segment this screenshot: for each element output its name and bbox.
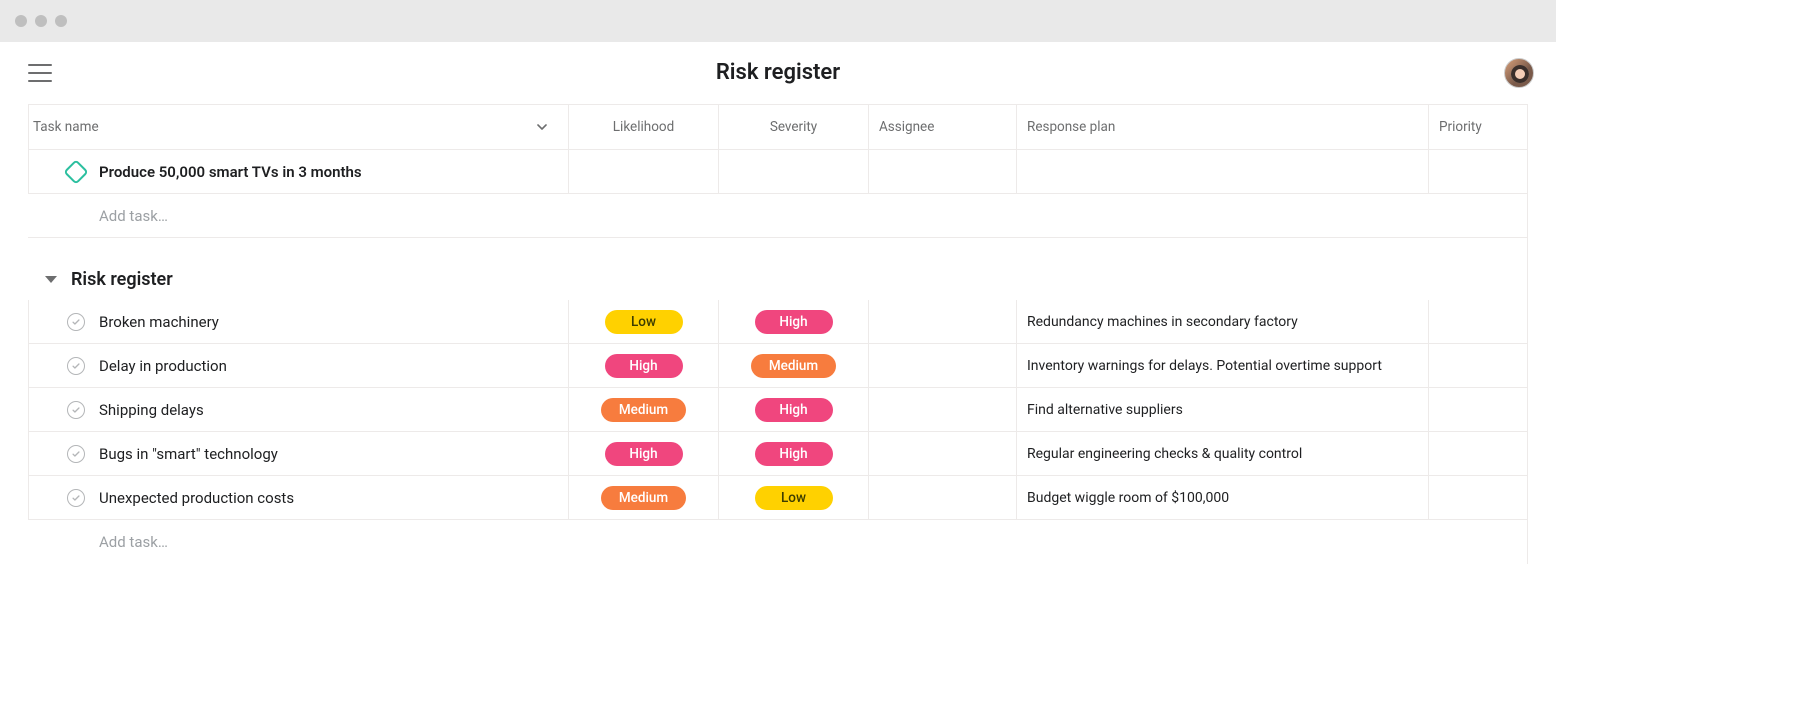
- add-task-row[interactable]: Add task…: [28, 194, 1527, 238]
- complete-check-icon[interactable]: [67, 489, 85, 507]
- likelihood-pill: Medium: [601, 398, 686, 422]
- severity-pill: Low: [755, 486, 833, 510]
- task-row[interactable]: Delay in production High Medium Inventory w…: [28, 344, 1527, 388]
- likelihood-pill: High: [605, 354, 683, 378]
- likelihood-cell[interactable]: High: [568, 344, 718, 387]
- column-header-priority[interactable]: Priority: [1428, 105, 1527, 149]
- severity-pill: Medium: [751, 354, 836, 378]
- severity-cell[interactable]: High: [718, 388, 868, 431]
- goal-row[interactable]: Produce 50,000 smart TVs in 3 months: [28, 150, 1527, 194]
- task-row[interactable]: Broken machinery Low High Redundancy machin…: [28, 300, 1527, 344]
- response-cell[interactable]: Inventory warnings for delays. Potential…: [1016, 344, 1428, 387]
- assignee-cell[interactable]: [868, 432, 1016, 475]
- window-close-button[interactable]: [15, 15, 27, 27]
- chevron-down-icon[interactable]: [536, 121, 548, 133]
- likelihood-cell[interactable]: Low: [568, 300, 718, 343]
- task-name: Bugs in "smart" technology: [99, 445, 278, 463]
- priority-cell[interactable]: [1428, 388, 1527, 431]
- priority-cell[interactable]: [1428, 300, 1527, 343]
- task-name: Broken machinery: [99, 313, 219, 331]
- likelihood-pill: Medium: [601, 486, 686, 510]
- complete-check-icon[interactable]: [67, 445, 85, 463]
- menu-button[interactable]: [28, 64, 52, 82]
- assignee-cell[interactable]: [868, 344, 1016, 387]
- response-cell[interactable]: Redundancy machines in secondary factory: [1016, 300, 1428, 343]
- priority-cell[interactable]: [1428, 476, 1527, 519]
- response-cell[interactable]: Budget wiggle room of $100,000: [1016, 476, 1428, 519]
- task-name: Shipping delays: [99, 401, 204, 419]
- add-task-label[interactable]: Add task…: [28, 520, 568, 564]
- task-grid: Task name Likelihood Severity Assignee R…: [28, 104, 1528, 564]
- window-titlebar: [0, 0, 1556, 42]
- add-task-row[interactable]: Add task…: [28, 520, 1527, 564]
- assignee-cell[interactable]: [868, 388, 1016, 431]
- goal-name: Produce 50,000 smart TVs in 3 months: [99, 163, 362, 181]
- column-header-assignee[interactable]: Assignee: [868, 105, 1016, 149]
- top-bar: Risk register: [0, 42, 1556, 104]
- task-row[interactable]: Bugs in "smart" technology High High Regula…: [28, 432, 1527, 476]
- severity-pill: High: [755, 398, 833, 422]
- priority-cell[interactable]: [1428, 432, 1527, 475]
- severity-cell[interactable]: Low: [718, 476, 868, 519]
- column-header-task[interactable]: Task name: [28, 105, 568, 149]
- column-header-severity[interactable]: Severity: [718, 105, 868, 149]
- goal-icon: [63, 159, 88, 184]
- task-name: Unexpected production costs: [99, 489, 294, 507]
- section-collapse-icon[interactable]: [45, 276, 57, 283]
- task-name: Delay in production: [99, 357, 227, 375]
- priority-cell[interactable]: [1428, 344, 1527, 387]
- section-header[interactable]: Risk register: [28, 238, 1527, 300]
- assignee-cell[interactable]: [868, 300, 1016, 343]
- likelihood-cell[interactable]: Medium: [568, 476, 718, 519]
- severity-cell[interactable]: High: [718, 300, 868, 343]
- severity-cell[interactable]: Medium: [718, 344, 868, 387]
- column-header-response[interactable]: Response plan: [1016, 105, 1428, 149]
- complete-check-icon[interactable]: [67, 401, 85, 419]
- response-cell[interactable]: Find alternative suppliers: [1016, 388, 1428, 431]
- likelihood-cell[interactable]: Medium: [568, 388, 718, 431]
- page-title: Risk register: [716, 60, 840, 85]
- column-header-likelihood[interactable]: Likelihood: [568, 105, 718, 149]
- likelihood-pill: High: [605, 442, 683, 466]
- likelihood-pill: Low: [605, 310, 683, 334]
- complete-check-icon[interactable]: [67, 357, 85, 375]
- assignee-cell[interactable]: [868, 476, 1016, 519]
- task-row[interactable]: Shipping delays Medium High Find alternativ…: [28, 388, 1527, 432]
- severity-pill: High: [755, 442, 833, 466]
- severity-cell[interactable]: High: [718, 432, 868, 475]
- add-task-label[interactable]: Add task…: [28, 194, 568, 237]
- likelihood-cell[interactable]: High: [568, 432, 718, 475]
- section-title: Risk register: [71, 269, 173, 290]
- avatar[interactable]: [1504, 58, 1534, 88]
- window-minimize-button[interactable]: [35, 15, 47, 27]
- window-zoom-button[interactable]: [55, 15, 67, 27]
- task-row[interactable]: Unexpected production costs Medium Low Budg…: [28, 476, 1527, 520]
- severity-pill: High: [755, 310, 833, 334]
- response-cell[interactable]: Regular engineering checks & quality con…: [1016, 432, 1428, 475]
- complete-check-icon[interactable]: [67, 313, 85, 331]
- column-header-row: Task name Likelihood Severity Assignee R…: [28, 105, 1527, 150]
